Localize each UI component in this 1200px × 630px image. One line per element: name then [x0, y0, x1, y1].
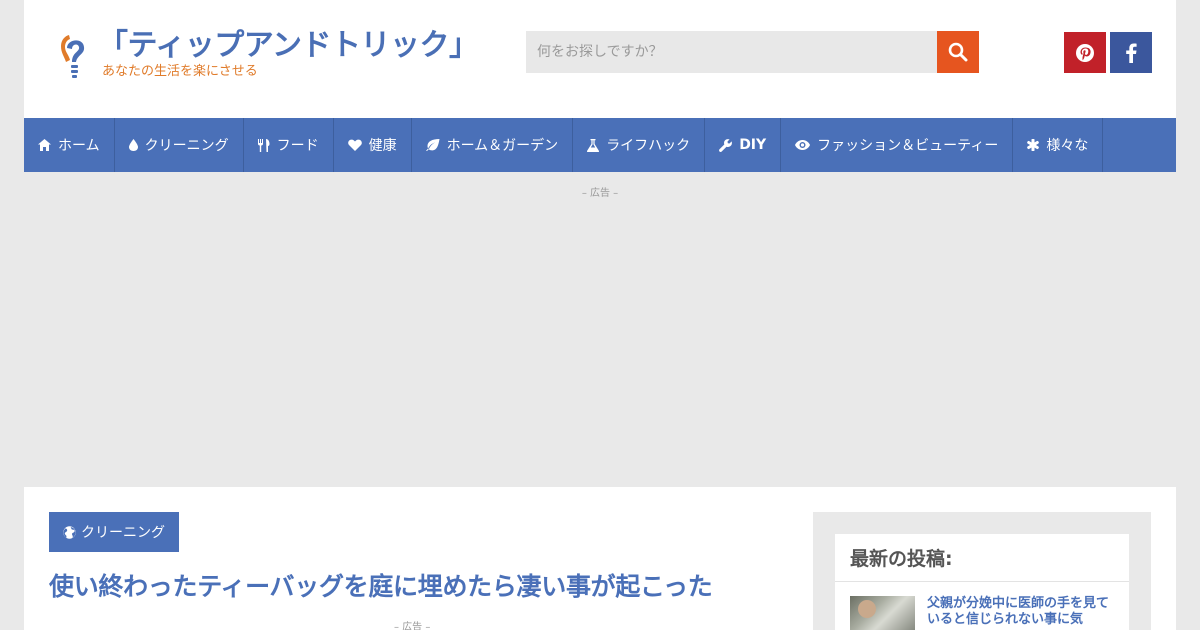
site-title[interactable]: 「ティップアンドトリック」 — [98, 28, 479, 64]
site-header: 「ティップアンドトリック」 あなたの生活を楽にさせる — [24, 0, 1176, 118]
search-icon — [948, 42, 968, 62]
leaf-icon — [425, 139, 440, 151]
main-content: クリーニング 使い終わったティーバッグを庭に埋めたら凄い事が起こった – 広告 … — [24, 487, 1176, 630]
recent-posts-widget: 最新の投稿: 父親が分娩中に医師の手を見ていると信じられない事に気 — [835, 534, 1129, 630]
site-tagline: あなたの生活を楽にさせる — [102, 64, 258, 79]
lightbulb-question-icon — [61, 35, 85, 78]
nav-item-label: ファッション＆ビューティー — [817, 138, 999, 154]
flask-icon — [587, 138, 600, 152]
facebook-icon — [1126, 43, 1137, 63]
site-logo[interactable]: 「ティップアンドトリック」 あなたの生活を楽にさせる — [58, 28, 479, 84]
nav-item-cleaning[interactable]: クリーニング — [115, 118, 244, 172]
pinterest-button[interactable] — [1064, 32, 1106, 73]
post-title[interactable]: 使い終わったティーバッグを庭に埋めたら凄い事が起こった — [49, 567, 713, 603]
search-button[interactable] — [937, 31, 979, 73]
ad-label: – 広告 – — [394, 622, 431, 630]
nav-item-label: ホーム — [58, 138, 100, 154]
nav-item-lifehack[interactable]: ライフハック — [573, 118, 706, 172]
category-label: クリーニング — [81, 525, 165, 541]
social-links — [1064, 32, 1152, 73]
nav-item-label: クリーニング — [144, 138, 229, 154]
nav-item-home-garden[interactable]: ホーム＆ガーデン — [412, 118, 574, 172]
recent-post-item[interactable]: 父親が分娩中に医師の手を見ていると信じられない事に気 — [850, 596, 1113, 630]
sidebar: 最新の投稿: 父親が分娩中に医師の手を見ていると信じられない事に気 — [813, 512, 1151, 630]
heart-icon — [347, 139, 362, 151]
recent-post-title[interactable]: 父親が分娩中に医師の手を見ていると信じられない事に気 — [927, 596, 1113, 630]
main-navigation: ホーム クリーニング フード 健康 ホーム＆ガーデン ライフハック DIY ファ… — [24, 118, 1176, 172]
nav-item-diy[interactable]: DIY — [705, 118, 782, 172]
pinterest-icon — [1076, 43, 1094, 62]
recent-post-thumbnail[interactable] — [850, 596, 915, 630]
nav-item-label: 様々な — [1046, 138, 1089, 154]
nav-item-label: ライフハック — [606, 138, 691, 154]
drop-icon — [128, 139, 138, 151]
nav-item-label: 健康 — [368, 138, 397, 154]
ad-label: – 広告 – — [581, 188, 619, 199]
facebook-button[interactable] — [1110, 32, 1152, 73]
cutlery-icon — [257, 138, 270, 152]
category-badge[interactable]: クリーニング — [49, 512, 179, 552]
nav-item-fashion-beauty[interactable]: ファッション＆ビューティー — [781, 118, 1014, 172]
nav-item-label: ホーム＆ガーデン — [446, 138, 559, 154]
nav-item-home[interactable]: ホーム — [24, 118, 115, 172]
nav-item-label: DIY — [739, 137, 767, 153]
home-icon — [38, 139, 51, 151]
widget-title: 最新の投稿: — [835, 534, 1129, 582]
search-input[interactable] — [526, 31, 937, 73]
page: 「ティップアンドトリック」 あなたの生活を楽にさせる 何をお探しですか？ ホーム… — [0, 0, 1200, 630]
nav-item-health[interactable]: 健康 — [334, 118, 412, 172]
wrench-icon — [719, 138, 733, 152]
nav-item-misc[interactable]: 様々な — [1013, 118, 1104, 172]
search-form — [526, 31, 979, 73]
nav-item-food[interactable]: フード — [244, 118, 334, 172]
nav-item-label: フード — [276, 138, 319, 154]
asterisk-icon — [1027, 139, 1040, 151]
globe-icon — [63, 525, 76, 539]
eye-icon — [795, 140, 811, 150]
